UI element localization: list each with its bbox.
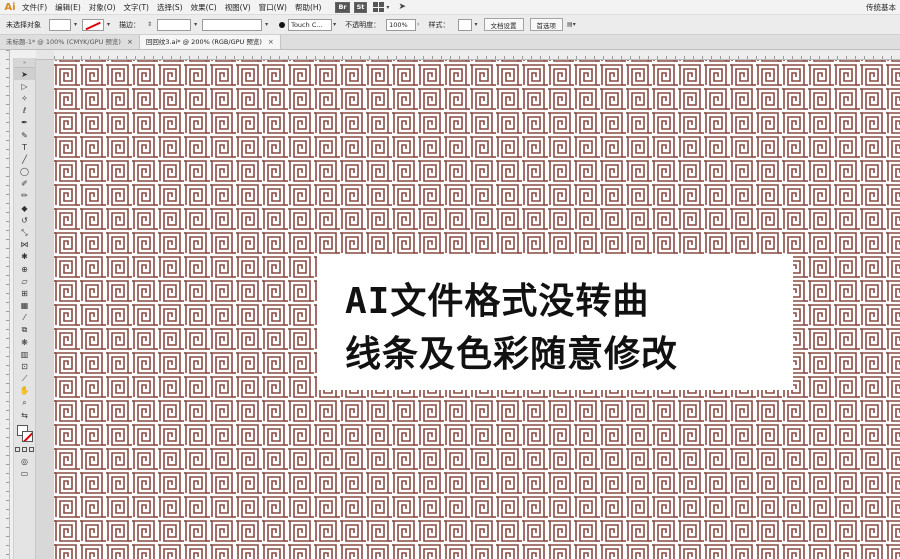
chevron-down-icon[interactable]: ▾ (194, 21, 197, 28)
app-logo: Ai (4, 1, 16, 13)
slice-icon[interactable]: ⟋ (14, 373, 35, 385)
column-graph-icon[interactable]: ▥ (14, 348, 35, 360)
stroke-color-box[interactable] (22, 431, 33, 443)
rotate-icon[interactable]: ↺ (14, 214, 35, 226)
variable-width-field[interactable] (202, 18, 263, 31)
hand-icon[interactable]: ✋ (14, 385, 35, 397)
selection-tool-icon[interactable]: ➤ (14, 68, 35, 81)
mesh-icon[interactable]: ⊞ (14, 287, 35, 299)
chevron-right-icon[interactable]: › (417, 21, 419, 28)
stepper-icon[interactable]: ⇕ (147, 21, 152, 28)
menu-edit[interactable]: 编辑(E) (51, 0, 85, 15)
eyedropper-icon[interactable]: ⁄ (14, 312, 35, 324)
opacity-label[interactable]: 不透明度： (345, 20, 380, 30)
vertical-ruler[interactable] (0, 50, 10, 559)
pencil-icon[interactable]: ✏ (14, 190, 35, 202)
type-icon[interactable]: T (14, 141, 35, 153)
width-icon[interactable]: ⋈ (14, 239, 35, 251)
close-icon[interactable]: × (127, 35, 133, 49)
pen-icon[interactable]: ✒ (14, 117, 35, 129)
menu-file[interactable]: 文件(F) (18, 0, 51, 15)
drawing-mode-icon[interactable]: ◎ (14, 455, 35, 467)
bridge-button[interactable]: Br (335, 1, 350, 13)
chevron-down-icon[interactable]: ▾ (107, 21, 110, 28)
menu-effect[interactable]: 效果(C) (187, 0, 221, 15)
brush-definition[interactable]: Touch C... (288, 18, 333, 31)
stroke-weight-input[interactable] (157, 18, 192, 31)
color-mode-row[interactable] (14, 447, 35, 455)
paintbrush-icon[interactable]: ✐ (14, 178, 35, 190)
document-setup-button[interactable]: 文档设置 (483, 18, 524, 31)
control-bar: 未选择对象 ▾ ▾ 描边： ⇕ ▾ ▾ Touch C... ▾ 不透明度： 1… (0, 15, 900, 35)
fill-swatch[interactable] (49, 18, 71, 31)
screen-mode-icon[interactable]: ▭ (14, 468, 35, 480)
workspace-switcher[interactable]: 传统基本 (866, 0, 896, 15)
arrange-documents-icon[interactable] (373, 2, 385, 12)
opacity-input[interactable]: 100% (386, 18, 417, 31)
scale-icon[interactable]: ⤡ (14, 226, 35, 238)
menu-type[interactable]: 文字(T) (120, 0, 153, 15)
ellipse-icon[interactable]: ◯ (14, 166, 35, 178)
ruler-origin[interactable] (36, 50, 54, 60)
style-label: 样式： (428, 20, 450, 29)
selection-status: 未选择对象 (6, 20, 41, 29)
stock-button[interactable]: St (353, 1, 368, 13)
tools-panel: » ➤ ▷ ✧ ℓ ✒ ✎ T ╱ ◯ ✐ ✏ ◆ ↺ ⤡ ⋈ ✱ ⊕ ▱ ⊞ … (13, 58, 36, 559)
menu-window[interactable]: 窗口(W) (255, 0, 291, 15)
preferences-button[interactable]: 首选项 (529, 18, 564, 31)
send-icon[interactable]: ➤ (398, 2, 406, 12)
lasso-icon[interactable]: ℓ (14, 105, 35, 117)
caption-line-1: AI文件格式没转曲 (345, 281, 650, 322)
zoom-icon[interactable]: ⌕ (14, 397, 35, 409)
chevron-down-icon[interactable]: ▾ (74, 21, 77, 28)
tab-label: 回回纹3.ai* @ 200% (RGB/GPU 预览) (145, 38, 262, 46)
tab-untitled[interactable]: 未标题-1* @ 100% (CMYK/GPU 预览) × (0, 35, 140, 49)
line-icon[interactable]: ╱ (14, 153, 35, 165)
stroke-swatch[interactable] (82, 18, 105, 31)
panel-collapse-icon[interactable]: » (14, 58, 35, 68)
magic-wand-icon[interactable]: ✧ (14, 92, 35, 104)
blend-icon[interactable]: ⧉ (14, 324, 35, 336)
menu-help[interactable]: 帮助(H) (291, 0, 326, 15)
symbol-sprayer-icon[interactable]: ❋ (14, 336, 35, 348)
gradient-icon[interactable]: ▦ (14, 300, 35, 312)
chevron-down-icon[interactable]: ▾ (475, 21, 478, 28)
direct-selection-icon[interactable]: ▷ (14, 80, 35, 92)
artboard-icon[interactable]: ⊡ (14, 361, 35, 373)
shape-builder-icon[interactable]: ⊕ (14, 263, 35, 275)
fill-stroke-widget[interactable] (14, 423, 35, 445)
horizontal-ruler[interactable] (54, 50, 900, 60)
eraser-icon[interactable]: ◆ (14, 202, 35, 214)
brush-dot-icon (279, 21, 286, 28)
chevron-down-icon[interactable]: ▾ (386, 4, 389, 11)
close-icon[interactable]: × (268, 35, 274, 49)
curvature-icon[interactable]: ✎ (14, 129, 35, 141)
swap-colors-icon[interactable]: ⇆ (14, 409, 35, 421)
caption-line-2: 线条及色彩随意修改 (345, 334, 679, 375)
align-menu-icon[interactable]: ▤▾ (567, 21, 576, 28)
menu-object[interactable]: 对象(O) (85, 0, 120, 15)
stroke-label: 描边： (119, 20, 141, 29)
puppet-warp-icon[interactable]: ✱ (14, 251, 35, 263)
menu-view[interactable]: 视图(V) (221, 0, 255, 15)
tab-label: 未标题-1* @ 100% (CMYK/GPU 预览) (6, 38, 121, 46)
menu-select[interactable]: 选择(S) (153, 0, 187, 15)
menu-bar: Ai 文件(F) 编辑(E) 对象(O) 文字(T) 选择(S) 效果(C) 视… (0, 0, 900, 15)
tab-pattern-file[interactable]: 回回纹3.ai* @ 200% (RGB/GPU 预览) × (139, 35, 281, 49)
style-swatch[interactable] (457, 18, 472, 31)
document-tabs: 未标题-1* @ 100% (CMYK/GPU 预览) × 回回纹3.ai* @… (0, 35, 900, 50)
perspective-icon[interactable]: ▱ (14, 275, 35, 287)
chevron-down-icon[interactable]: ▾ (333, 21, 336, 28)
panel-gutter (36, 60, 54, 559)
chevron-down-icon[interactable]: ▾ (265, 21, 268, 28)
